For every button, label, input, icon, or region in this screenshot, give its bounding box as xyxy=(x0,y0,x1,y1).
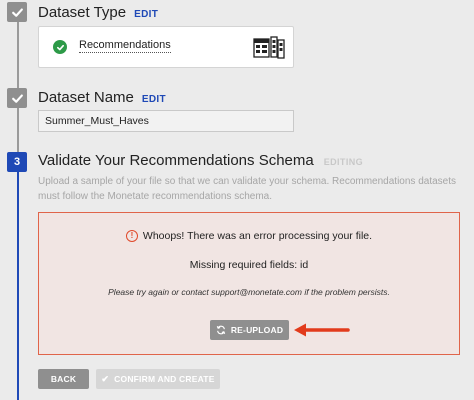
step-3-heading: Validate Your Recommendations Schema EDI… xyxy=(38,152,363,169)
error-panel: ! Whoops! There was an error processing … xyxy=(38,212,460,355)
check-circle-icon xyxy=(53,40,67,54)
progress-line-1 xyxy=(17,22,19,88)
step-3-status: EDITING xyxy=(323,157,364,167)
step-3-number: 3 xyxy=(7,152,27,172)
error-support-note: Please try again or contact support@mone… xyxy=(108,287,390,297)
confirm-label: CONFIRM AND CREATE xyxy=(114,374,215,384)
refresh-icon xyxy=(216,325,226,335)
step-2-edit-link[interactable]: EDIT xyxy=(142,94,166,105)
exclamation-circle-icon: ! xyxy=(125,230,138,242)
reupload-label: RE-UPLOAD xyxy=(230,325,284,335)
back-button[interactable]: BACK xyxy=(38,369,89,389)
step-1-title: Dataset Type xyxy=(38,4,127,21)
step-1-complete-icon xyxy=(7,2,27,22)
dataset-type-label: Recommendations xyxy=(79,39,171,53)
step-2-complete-icon xyxy=(7,88,27,108)
step-1-edit-link[interactable]: EDIT xyxy=(134,9,158,20)
validate-description: Upload a sample of your file so that we … xyxy=(38,176,456,202)
step-1-heading: Dataset Type EDIT xyxy=(38,4,158,21)
step-2-title: Dataset Name xyxy=(38,89,134,106)
error-headline: Whoops! There was an error processing yo… xyxy=(142,230,373,242)
red-arrow-icon xyxy=(294,323,350,337)
error-headline-row: ! Whoops! There was an error processing … xyxy=(39,230,459,242)
step-3-title: Validate Your Recommendations Schema xyxy=(38,152,314,169)
error-missing-fields: Missing required fields: id xyxy=(189,259,309,271)
recommendations-illustration-icon xyxy=(253,36,285,59)
check-icon: ✔ xyxy=(101,373,110,384)
progress-line-2 xyxy=(17,106,19,152)
reupload-button[interactable]: RE-UPLOAD xyxy=(210,320,289,340)
step-2-heading: Dataset Name EDIT xyxy=(38,89,166,106)
dataset-name-field: Summer_Must_Haves xyxy=(38,110,294,132)
progress-line-3 xyxy=(17,172,19,400)
confirm-and-create-button[interactable]: ✔ CONFIRM AND CREATE xyxy=(96,369,220,389)
dataset-type-card: Recommendations xyxy=(38,26,294,68)
